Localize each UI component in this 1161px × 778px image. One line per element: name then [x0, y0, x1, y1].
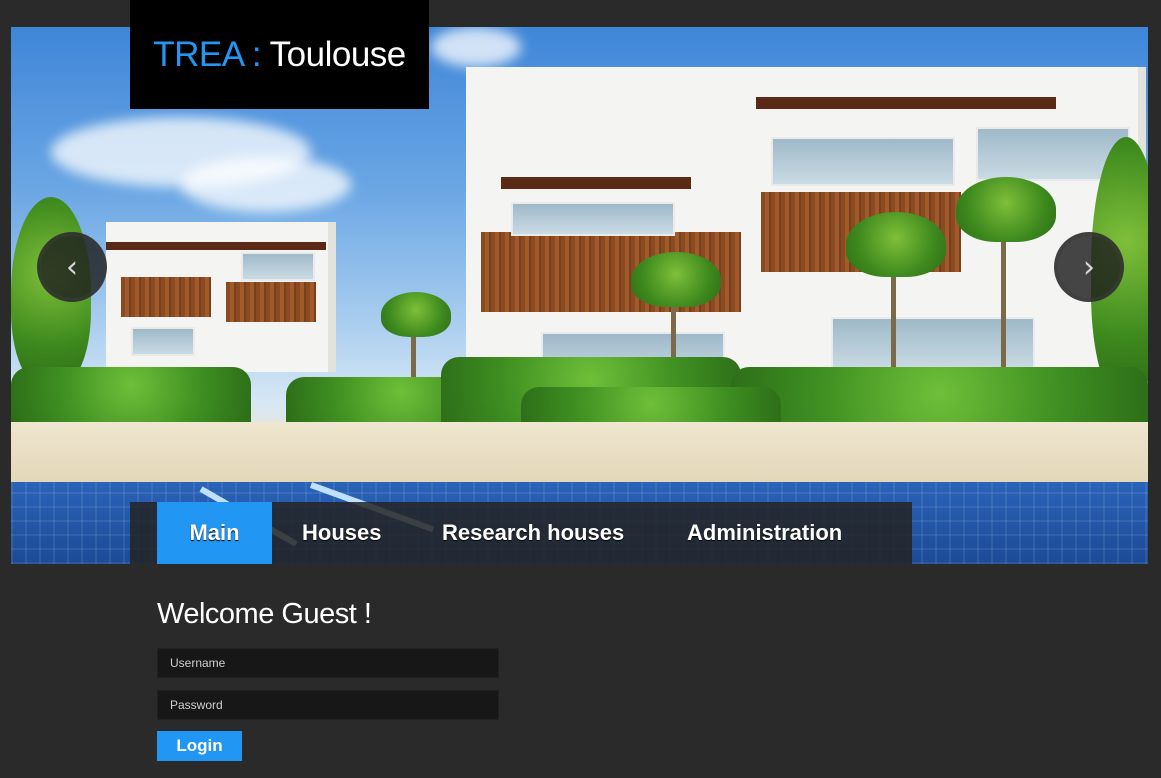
nav-item-houses[interactable]: Houses [302, 502, 381, 564]
nav-item-research-houses[interactable]: Research houses [442, 502, 624, 564]
chevron-left-icon: ‹ [66, 249, 78, 285]
username-input[interactable] [157, 648, 499, 678]
nav-item-administration[interactable]: Administration [687, 502, 842, 564]
logo-separator: : [242, 34, 270, 74]
logo-brand: TREA [153, 34, 243, 74]
site-logo[interactable]: TREA : Toulouse [130, 0, 429, 109]
password-input[interactable] [157, 690, 499, 720]
chevron-right-icon: › [1083, 249, 1095, 285]
welcome-heading: Welcome Guest ! [157, 598, 372, 630]
logo-text: TREA : Toulouse [153, 35, 406, 75]
nav-item-main[interactable]: Main [157, 502, 272, 564]
slider-prev-button[interactable]: ‹ [37, 232, 107, 302]
main-nav: Main Houses Research houses Administrati… [130, 502, 912, 564]
slider-next-button[interactable]: › [1054, 232, 1124, 302]
login-button[interactable]: Login [157, 731, 242, 761]
logo-city: Toulouse [269, 34, 407, 74]
